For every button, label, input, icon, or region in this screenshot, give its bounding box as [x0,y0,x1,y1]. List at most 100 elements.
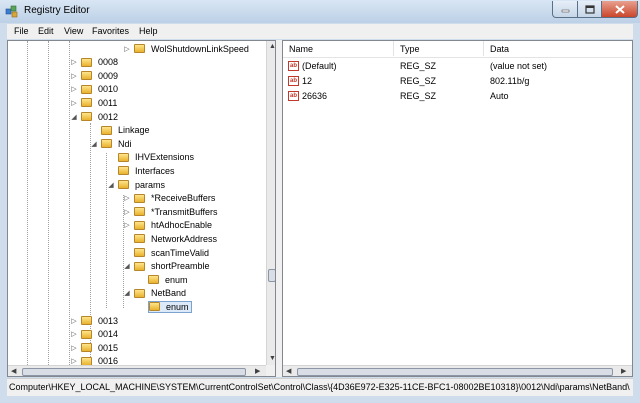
tree-node-label: 0011 [98,97,118,108]
column-header-type[interactable]: Type [394,41,484,56]
tree-vertical-thumb[interactable] [268,269,275,282]
tree-node[interactable]: ▷ 0008 [70,56,120,69]
expand-toggle-icon[interactable]: ▷ [70,99,78,107]
registry-tree[interactable]: ▷ WolShutdownLinkSpeed ▷ 0008 ▷ 0009 ▷ 0010 ▷ 001… [7,40,276,377]
expand-toggle-icon[interactable]: ▷ [123,45,131,53]
tree-node-label: enum [165,274,188,285]
tree-node[interactable]: ▷ 0010 [70,83,120,96]
scroll-corner [266,365,275,376]
tree-node-label: NetBand [151,288,187,299]
tree-node[interactable]: IHVExtensions [107,151,196,164]
scroll-right-icon[interactable]: ▶ [621,368,626,375]
folder-icon [101,125,112,135]
tree-node[interactable]: ▷ 0011 [70,96,119,109]
values-list[interactable]: Name Type Data ab (Default) REG_SZ (value n… [282,40,633,377]
expand-toggle-icon[interactable]: ▷ [70,72,78,80]
menu-view[interactable]: View [64,26,83,36]
folder-icon [81,71,92,81]
tree-vertical-scrollbar[interactable]: ▲ ▼ [266,41,275,365]
list-horizontal-scrollbar[interactable]: ◀ ▶ [283,365,632,376]
expand-toggle-icon[interactable]: ▷ [123,221,131,229]
tree-node[interactable]: scanTimeValid [123,246,211,259]
scroll-left-icon[interactable]: ◀ [11,368,16,375]
tree-node[interactable]: ▷ *ReceiveBuffers [123,192,217,205]
tree-node-label: 0012 [98,111,119,122]
tree-horizontal-scrollbar[interactable]: ◀ ▶ [8,365,266,376]
list-horizontal-thumb[interactable] [297,368,613,376]
menu-file[interactable]: File [14,26,29,36]
value-type: REG_SZ [400,76,437,86]
close-button[interactable] [601,1,638,18]
expand-toggle-icon[interactable]: ▷ [70,317,78,325]
menu-bar: File Edit View Favorites Help [7,24,633,39]
value-row[interactable]: ab 26636 REG_SZ Auto [283,90,632,103]
tree-node[interactable]: ◢ params [107,178,167,191]
expand-toggle-icon[interactable]: ▷ [70,85,78,93]
tree-node[interactable]: Interfaces [107,164,177,177]
tree-node[interactable]: ▷ 0014 [70,328,120,341]
scroll-up-icon[interactable]: ▲ [269,43,275,50]
expand-toggle-icon[interactable]: ▷ [70,330,78,338]
tree-node-label: 0014 [98,329,119,340]
expand-toggle-icon[interactable]: ▷ [70,344,78,352]
column-header-name[interactable]: Name [283,41,394,56]
value-name: 12 [302,76,313,86]
tree-node[interactable]: ▷ WolShutdownLinkSpeed [123,42,251,55]
menu-help[interactable]: Help [139,26,158,36]
expand-toggle-icon[interactable]: ▷ [123,208,131,216]
scroll-right-icon[interactable]: ▶ [255,368,260,375]
tree-node[interactable]: ▷ htAdhocEnable [123,219,214,232]
expand-toggle-icon[interactable]: ▷ [70,58,78,66]
folder-icon [149,302,160,312]
tree-node[interactable]: ◢ Ndi [90,137,134,150]
value-type: REG_SZ [400,91,437,101]
tree-node[interactable]: ◢ NetBand [123,287,188,300]
folder-icon [134,248,145,257]
folder-icon [148,275,159,285]
expand-toggle-icon[interactable]: ◢ [90,140,98,148]
tree-node-label: IHVExtensions [135,152,195,163]
folder-icon [134,207,145,217]
folder-icon [81,112,92,121]
tree-node[interactable]: enum [137,300,192,313]
expand-toggle-icon[interactable]: ▷ [123,194,131,202]
expand-toggle-icon[interactable]: ◢ [123,262,131,270]
window-title: Registry Editor [24,5,90,16]
column-header-data[interactable]: Data [484,41,632,56]
expand-toggle-icon[interactable]: ◢ [70,113,78,121]
scroll-down-icon[interactable]: ▼ [269,355,275,362]
string-value-icon: ab [288,61,299,71]
tree-node-label: scanTimeValid [151,247,210,258]
tree-node[interactable]: ◢ 0012 [70,110,120,123]
tree-node[interactable]: ▷ *TransmitBuffers [123,205,220,218]
tree-node[interactable]: enum [137,273,190,286]
minimize-icon [561,9,569,13]
title-bar[interactable]: Registry Editor [0,0,640,23]
tree-node-label: 0008 [98,57,119,68]
value-row[interactable]: ab (Default) REG_SZ (value not set) [283,60,632,73]
tree-node[interactable]: ▷ 0013 [70,314,120,327]
folder-icon [134,220,145,230]
tree-node[interactable]: Linkage [90,124,152,137]
tree-node[interactable]: ▷ 0009 [70,69,120,82]
minimize-button[interactable] [552,1,578,18]
tree-horizontal-thumb[interactable] [22,368,246,376]
close-icon [614,4,625,14]
tree-node-label: Ndi [118,138,132,149]
tree-node[interactable]: ▷ 0015 [70,341,120,354]
menu-edit[interactable]: Edit [38,26,54,36]
tree-node[interactable]: NetworkAddress [123,232,219,245]
tree-node-label: *TransmitBuffers [151,206,218,217]
maximize-button[interactable] [577,1,602,18]
status-path: Computer\HKEY_LOCAL_MACHINE\SYSTEM\Curre… [9,382,630,392]
folder-icon [134,234,145,244]
folder-icon [81,329,92,339]
menu-favorites[interactable]: Favorites [92,26,129,36]
folder-icon [118,152,129,162]
value-row[interactable]: ab 12 REG_SZ 802.11b/g [283,75,632,88]
expand-toggle-icon[interactable]: ◢ [123,289,131,297]
tree-node[interactable]: ◢ shortPreamble [123,260,212,273]
expand-toggle-icon[interactable]: ◢ [107,181,115,189]
scroll-left-icon[interactable]: ◀ [286,368,291,375]
registry-icon [5,5,18,18]
